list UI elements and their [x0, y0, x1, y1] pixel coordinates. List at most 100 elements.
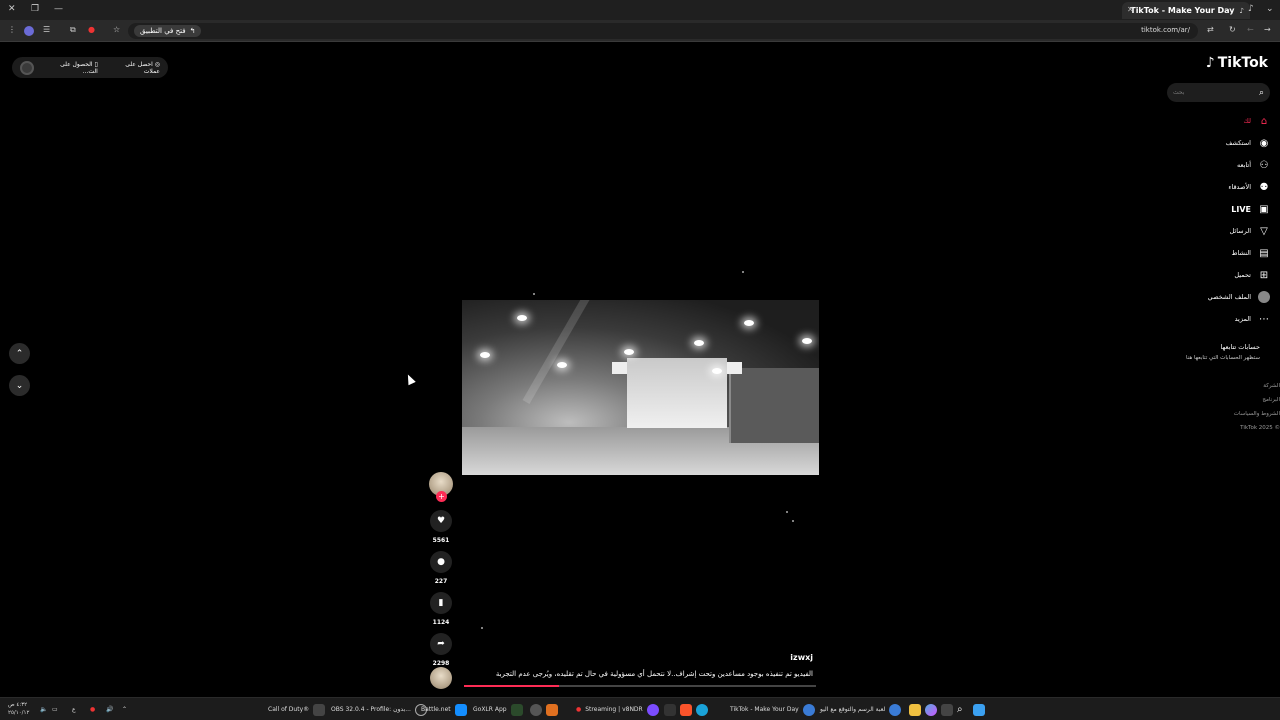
site-settings-icon[interactable]: ⇄	[1207, 25, 1214, 34]
comment-action[interactable]: ● 227	[428, 551, 454, 588]
clock-time: ٤:٣٢ ص	[8, 702, 28, 708]
sidebar-item-more[interactable]: المزيد ⋯	[1170, 308, 1270, 330]
get-coins-button[interactable]: ◎ احصل على عملات	[108, 61, 160, 75]
tray-speaker-icon[interactable]: 🔈	[40, 702, 47, 717]
profile-icon[interactable]	[24, 26, 34, 36]
like-action[interactable]: ♥ 5561	[428, 510, 454, 547]
forward-icon[interactable]: ←	[1247, 25, 1254, 34]
brave-icon	[680, 703, 692, 716]
tray-mic-icon[interactable]: ●	[90, 702, 95, 717]
get-app-button[interactable]: ▯ الحصول على الت...	[44, 61, 98, 75]
tray-language-icon[interactable]: ع	[72, 702, 76, 717]
taskbar-app-label: لعبة الرسم والتوقع مع اليو	[820, 706, 886, 713]
omnibox[interactable]: فتح في التطبيق ↰ tiktok.com/ar/	[128, 23, 1198, 39]
extensions-icon[interactable]: ⧉	[70, 25, 76, 35]
sidebar-item-messages[interactable]: الرسائل ▽	[1170, 220, 1270, 242]
previous-video-button[interactable]: ⌃	[9, 343, 30, 364]
video-progress-bar[interactable]	[464, 685, 816, 687]
bookmark-icon[interactable]: ▮	[430, 592, 452, 614]
friends-icon: ⚉	[1259, 181, 1269, 193]
reload-icon[interactable]: ↻	[1229, 25, 1236, 34]
taskbar-app-call-of-duty[interactable]: Call of Duty®	[268, 702, 326, 717]
taskbar-app-streaming[interactable]: ● Streaming | v8NDR	[576, 702, 659, 717]
menu-dots-icon[interactable]: ⋮	[8, 25, 16, 34]
windows-start-icon	[973, 703, 985, 716]
taskbar-app-label: Battle.net	[421, 706, 451, 713]
taskbar-app-battlenet[interactable]: Battle.net	[421, 702, 467, 717]
share-action[interactable]: ➦ 2298	[428, 633, 454, 670]
tray-volume-icon[interactable]: 🔊	[106, 702, 113, 717]
call-of-duty-icon	[313, 703, 326, 716]
sidebar-item-following[interactable]: أتابعه ⚇	[1170, 154, 1270, 176]
author-avatar[interactable]: +	[429, 472, 453, 502]
taskbar-app-tiktok[interactable]: TikTok - Make Your Day	[730, 702, 815, 717]
tiktok-logo[interactable]: ♪ TikTok	[1206, 55, 1268, 71]
tray-network-icon[interactable]: ▭	[52, 702, 58, 717]
like-count: 5561	[432, 537, 450, 544]
sidebar-item-live[interactable]: LIVE ▣	[1170, 198, 1270, 220]
tab-tiktok[interactable]: ♪ TikTok - Make Your Day ✕	[1122, 2, 1250, 19]
compass-icon: ◉	[1259, 137, 1269, 149]
tray-chevron-icon[interactable]: ⌃	[122, 702, 127, 717]
next-video-button[interactable]: ⌄	[9, 375, 30, 396]
open-in-app-button[interactable]: فتح في التطبيق ↰	[134, 25, 202, 37]
tab-list-chevron-icon[interactable]: ⌄	[1266, 3, 1274, 15]
footer-link-terms[interactable]: الشروط والسياسات	[1220, 407, 1280, 421]
video-lamp	[744, 320, 754, 326]
reading-list-icon[interactable]: ☰	[43, 25, 50, 34]
noise-dot	[481, 627, 483, 629]
sidebar-item-label: تحميل	[1234, 271, 1251, 279]
taskbar-app-goxlr[interactable]: GoXLR App	[473, 702, 523, 717]
video-lamp	[480, 352, 490, 358]
taskbar-pinned[interactable]: ⌕	[909, 702, 985, 717]
restore-window-icon[interactable]: ❐	[31, 3, 39, 15]
get-coins-label: احصل على عملات	[125, 60, 160, 75]
comment-icon[interactable]: ●	[430, 551, 452, 573]
follow-plus-icon[interactable]: +	[436, 491, 447, 502]
taskbar-app-obs[interactable]: OBS 32.0.4 - Profile: بدون...	[331, 702, 427, 717]
calendar-icon	[664, 703, 676, 716]
save-count: 1124	[432, 619, 450, 626]
taskbar-app-drawing-game[interactable]: لعبة الرسم والتوقع مع اليو	[820, 702, 902, 717]
comment-count: 227	[434, 578, 448, 585]
sidebar-item-label: أتابعه	[1236, 161, 1251, 169]
music-disc-avatar[interactable]	[430, 667, 452, 689]
sidebar-item-for-you[interactable]: لك ⌂	[1170, 110, 1270, 132]
sidebar-item-friends[interactable]: الأصدقاء ⚉	[1170, 176, 1270, 198]
sidebar-item-profile[interactable]: الملف الشخصي	[1170, 286, 1270, 308]
url-text: tiktok.com/ar/	[1141, 26, 1190, 34]
app-icon	[530, 703, 542, 716]
minimize-window-icon[interactable]: —	[54, 3, 63, 15]
get-app-label: الحصول على الت...	[60, 60, 98, 75]
close-tab-icon[interactable]: ✕	[1127, 5, 1134, 14]
close-window-icon[interactable]: ✕	[8, 3, 16, 15]
save-action[interactable]: ▮ 1124	[428, 592, 454, 629]
record-extension-icon[interactable]: ●	[88, 25, 95, 34]
video-lamp	[802, 338, 812, 344]
mouse-cursor-icon	[404, 372, 416, 386]
bookmark-star-icon[interactable]: ☆	[113, 25, 120, 34]
logo-text: TikTok	[1217, 55, 1268, 71]
taskbar-app-pins[interactable]	[664, 702, 708, 717]
video-author[interactable]: izwxj	[790, 653, 813, 662]
system-clock[interactable]: ٤:٣٢ ص ٢٥/١٠/١٢	[8, 701, 29, 717]
footer-link-program[interactable]: البرنامج	[1220, 393, 1280, 407]
heart-icon[interactable]: ♥	[430, 510, 452, 532]
sidebar-item-label: استكشف	[1225, 139, 1251, 147]
share-icon[interactable]: ➦	[430, 633, 452, 655]
search-input[interactable]: ⌕ بحث	[1167, 83, 1270, 102]
video-lamp	[557, 362, 567, 368]
sidebar-item-activity[interactable]: النشاط ▤	[1170, 242, 1270, 264]
footer-link-company[interactable]: الشركة	[1220, 379, 1280, 393]
sidebar-item-explore[interactable]: استكشف ◉	[1170, 132, 1270, 154]
video-player[interactable]	[462, 300, 819, 475]
taskbar-app-misc[interactable]	[530, 702, 558, 717]
search-icon[interactable]: ⌕	[1259, 88, 1264, 98]
tiktok-tab-icon[interactable]: ♪	[1248, 3, 1254, 15]
home-icon: ⌂	[1260, 115, 1268, 127]
sidebar-item-upload[interactable]: تحميل ⊞	[1170, 264, 1270, 286]
promo-avatar-icon[interactable]	[20, 60, 34, 75]
taskbar-app-label: Streaming | v8NDR	[585, 706, 643, 713]
back-icon[interactable]: →	[1264, 25, 1271, 34]
discord-icon	[646, 703, 659, 716]
